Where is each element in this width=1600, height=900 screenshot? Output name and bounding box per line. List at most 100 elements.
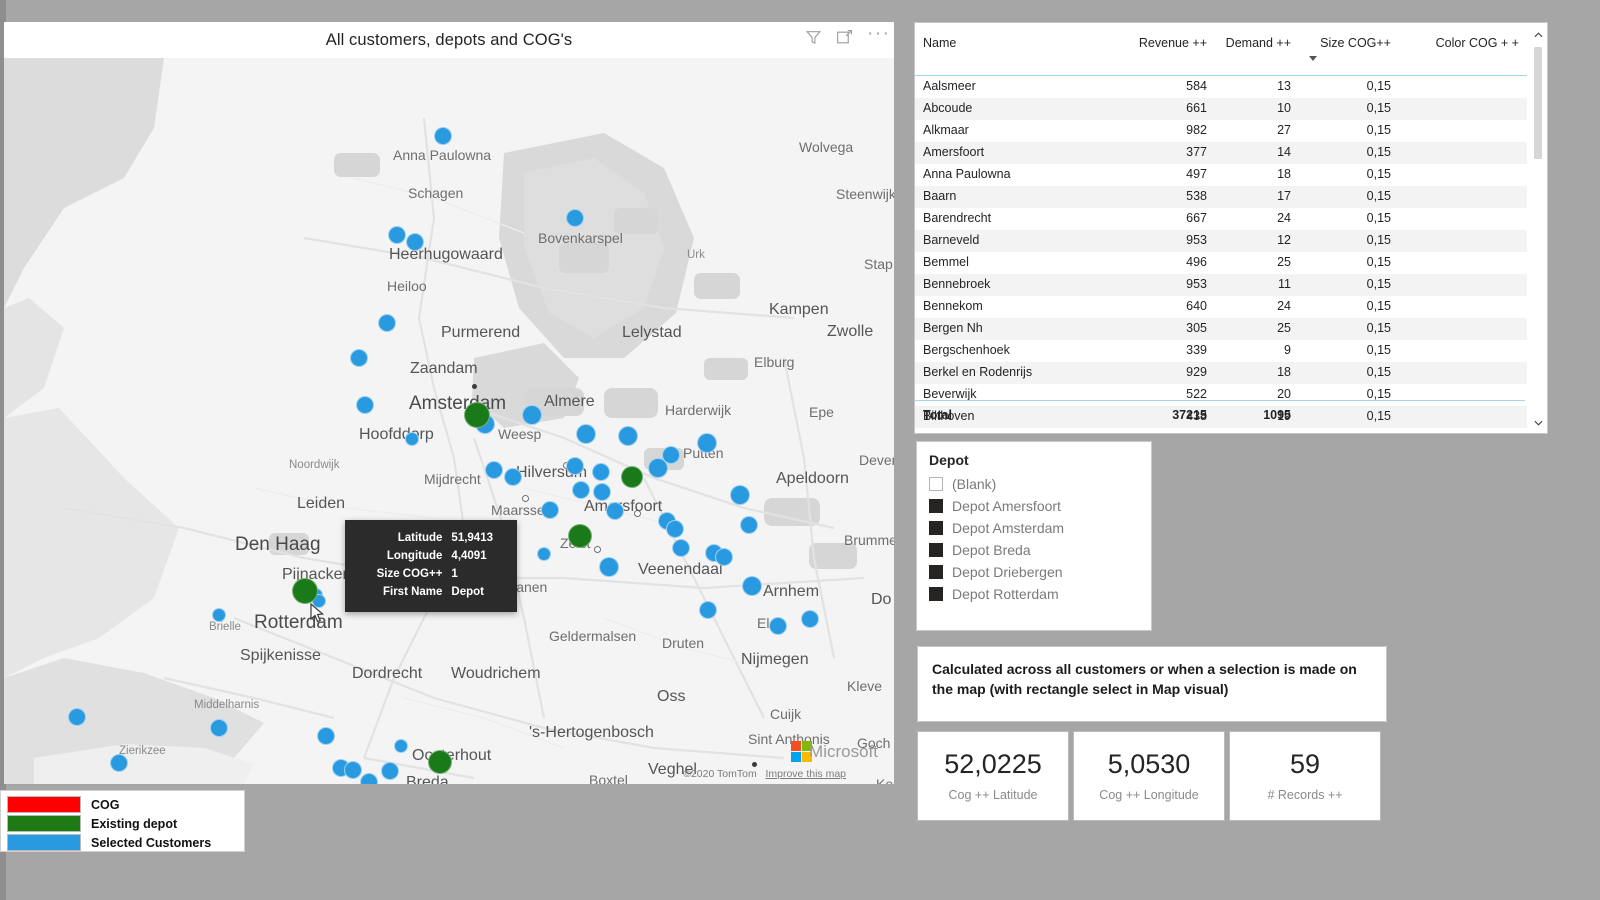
depot-slicer-item[interactable]: Depot Driebergen — [929, 561, 1151, 583]
customer-marker[interactable] — [662, 446, 680, 464]
depot-marker[interactable] — [621, 466, 643, 488]
customer-marker[interactable] — [381, 762, 399, 780]
customer-marker[interactable] — [606, 502, 624, 520]
scroll-down-icon[interactable] — [1531, 415, 1545, 431]
table-row[interactable]: Baarn 538 17 0,15 — [915, 185, 1527, 208]
filter-icon[interactable] — [805, 29, 822, 46]
depot-marker[interactable] — [568, 524, 592, 548]
kpi-card-cog-latitude[interactable]: 52,0225 Cog ++ Latitude — [917, 731, 1069, 821]
more-options-icon[interactable]: ··· — [867, 24, 889, 46]
cell-revenue: 339 — [1186, 343, 1207, 358]
customer-marker[interactable] — [715, 548, 733, 566]
customer-marker[interactable] — [485, 461, 503, 479]
customer-marker[interactable] — [350, 349, 368, 367]
map-visual-header: All customers, depots and COG's ··· — [4, 22, 894, 58]
column-header-color-cog[interactable]: Color COG + + — [1399, 33, 1527, 75]
customer-marker[interactable] — [572, 481, 590, 499]
slicer-checkbox[interactable] — [929, 565, 943, 579]
kpi-card-cog-longitude[interactable]: 5,0530 Cog ++ Longitude — [1073, 731, 1225, 821]
customer-marker[interactable] — [697, 433, 717, 453]
customer-marker[interactable] — [699, 601, 717, 619]
map-visual[interactable]: All customers, depots and COG's ··· Anna… — [4, 22, 894, 784]
customer-marker[interactable] — [317, 727, 335, 745]
customer-marker[interactable] — [344, 761, 362, 779]
customer-marker[interactable] — [356, 396, 374, 414]
table-row[interactable]: Bemmel 496 25 0,15 — [915, 252, 1527, 274]
scroll-up-icon[interactable] — [1531, 27, 1545, 43]
customer-marker[interactable] — [599, 557, 619, 577]
customer-marker[interactable] — [576, 424, 596, 444]
table-header-row: Name Revenue ++ Demand ++ Size COG++ Col… — [915, 33, 1527, 76]
cell-name: Anna Paulowna — [923, 167, 1011, 182]
customer-marker[interactable] — [210, 719, 228, 737]
table-row[interactable]: Anna Paulowna 497 18 0,15 — [915, 164, 1527, 186]
kpi-card-records[interactable]: 59 # Records ++ — [1229, 731, 1381, 821]
customer-marker[interactable] — [212, 608, 226, 622]
customer-marker[interactable] — [537, 547, 551, 561]
table-row[interactable]: Amersfoort 377 14 0,15 — [915, 141, 1527, 164]
improve-this-map-link[interactable]: Improve this map — [765, 768, 846, 780]
slicer-checkbox[interactable] — [929, 477, 943, 491]
customer-marker[interactable] — [405, 432, 419, 446]
column-header-size-cog[interactable]: Size COG++ — [1299, 33, 1399, 75]
depot-slicer-item[interactable]: Depot Amsterdam — [929, 517, 1151, 539]
customer-marker[interactable] — [593, 483, 611, 501]
customer-marker[interactable] — [110, 754, 128, 772]
customer-marker[interactable] — [566, 457, 584, 475]
depot-marker[interactable] — [464, 402, 490, 428]
table-row[interactable]: Bergschenhoek 339 9 0,15 — [915, 340, 1527, 362]
table-row[interactable]: Bennebroek 953 11 0,15 — [915, 273, 1527, 296]
cell-revenue: 538 — [1186, 189, 1207, 204]
customer-marker[interactable] — [378, 314, 396, 332]
customer-marker[interactable] — [360, 773, 378, 784]
kpi-value: 59 — [1289, 748, 1321, 779]
depot-slicer-item[interactable]: (Blank) — [929, 473, 1151, 495]
table-row[interactable]: Bergen Nh 305 25 0,15 — [915, 317, 1527, 340]
table-scrollbar[interactable] — [1531, 27, 1545, 431]
table-row[interactable]: Abcoude 661 10 0,15 — [915, 97, 1527, 120]
customer-marker[interactable] — [394, 739, 408, 753]
customer-marker[interactable] — [730, 485, 750, 505]
customer-marker[interactable] — [504, 468, 522, 486]
depot-slicer[interactable]: Depot (Blank) Depot Amersfoort Depot Amste… — [916, 441, 1152, 631]
sort-descending-icon[interactable] — [1307, 50, 1391, 64]
customer-marker[interactable] — [666, 520, 684, 538]
depot-slicer-item[interactable]: Depot Amersfoort — [929, 495, 1151, 517]
customer-marker[interactable] — [522, 405, 542, 425]
customer-marker[interactable] — [672, 539, 690, 557]
customer-marker[interactable] — [566, 209, 584, 227]
table-row[interactable]: Barneveld 953 12 0,15 — [915, 229, 1527, 252]
customer-marker[interactable] — [68, 708, 86, 726]
customer-marker[interactable] — [769, 617, 787, 635]
depot-marker[interactable] — [428, 750, 452, 774]
customer-marker[interactable] — [541, 501, 559, 519]
customer-marker[interactable] — [434, 127, 452, 145]
customer-marker[interactable] — [742, 576, 762, 596]
depot-slicer-item[interactable]: Depot Rotterdam — [929, 583, 1151, 605]
customer-marker[interactable] — [618, 426, 638, 446]
column-header-revenue[interactable]: Revenue ++ — [1123, 33, 1215, 75]
customer-marker[interactable] — [801, 610, 819, 628]
map-canvas[interactable]: Anna Paulowna Wolvega Schagen Steenwijk Bove… — [4, 58, 894, 784]
table-row[interactable]: Barendrecht 667 24 0,15 — [915, 208, 1527, 230]
column-header-demand[interactable]: Demand ++ — [1215, 33, 1299, 75]
column-header-name[interactable]: Name — [915, 33, 1123, 75]
slicer-checkbox[interactable] — [929, 499, 943, 513]
cell-size: 0,15 — [1366, 101, 1391, 116]
table-row[interactable]: Bennekom 640 24 0,15 — [915, 296, 1527, 318]
slicer-checkbox[interactable] — [929, 543, 943, 557]
table-row[interactable]: Alkmaar 982 27 0,15 — [915, 120, 1527, 142]
depot-marker[interactable] — [292, 578, 318, 604]
customer-marker[interactable] — [388, 226, 406, 244]
customer-marker[interactable] — [740, 516, 758, 534]
table-row[interactable]: Aalsmeer 584 13 0,15 — [915, 75, 1527, 98]
slicer-checkbox[interactable] — [929, 521, 943, 535]
slicer-checkbox[interactable] — [929, 587, 943, 601]
depot-slicer-item[interactable]: Depot Breda — [929, 539, 1151, 561]
table-row[interactable]: Berkel en Rodenrijs 929 18 0,15 — [915, 361, 1527, 384]
scrollbar-thumb[interactable] — [1534, 47, 1542, 159]
focus-mode-icon[interactable] — [836, 29, 853, 46]
customer-marker[interactable] — [406, 233, 424, 251]
customers-table-visual[interactable]: Name Revenue ++ Demand ++ Size COG++ Col… — [914, 22, 1548, 434]
customer-marker[interactable] — [592, 463, 610, 481]
